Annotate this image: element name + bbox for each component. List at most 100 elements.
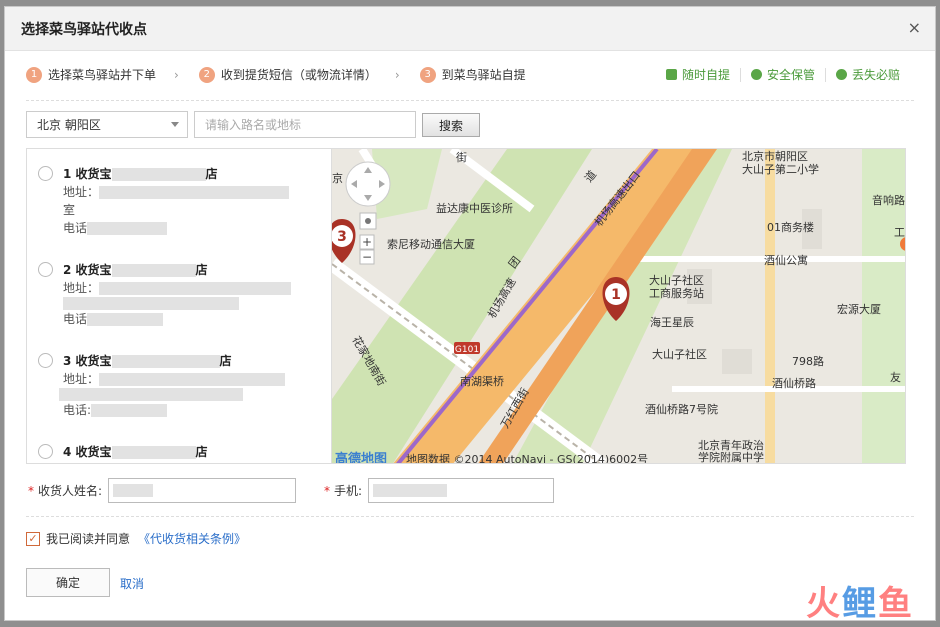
divider <box>739 67 741 82</box>
list-item[interactable]: 3 收货宝 店 地址： 电话: <box>27 352 331 419</box>
station-name-prefix: 1 收货宝 <box>63 167 112 181</box>
step-number: 2 <box>198 66 215 83</box>
map-label: 酒仙公寓 <box>764 253 808 267</box>
redacted-text <box>373 484 448 497</box>
map-label: 友 <box>890 370 901 384</box>
zoom-out-label: − <box>362 250 372 264</box>
divider <box>26 100 914 101</box>
station-name-suffix: 店 <box>205 167 218 181</box>
map-label: 工 <box>894 226 905 239</box>
map-label: 大山子第二小学 <box>742 162 819 176</box>
redacted-text <box>59 388 243 401</box>
station-name: 4 收货宝 店 <box>63 443 331 461</box>
guarantee-item: 随时自提 <box>665 66 730 83</box>
map-marker-label: 3 <box>337 229 347 245</box>
lock-icon <box>665 69 677 80</box>
redacted-text <box>87 221 168 235</box>
required-mark: * <box>324 483 330 498</box>
list-item[interactable]: 1 收货宝 店 地址： 室 电话 <box>27 165 331 237</box>
guarantee-label: 安全保管 <box>766 68 815 82</box>
guarantee-label: 随时自提 <box>681 68 730 82</box>
zoom-in-label: + <box>362 235 372 249</box>
step-label: 到菜鸟驿站自提 <box>441 68 526 82</box>
redacted-text <box>91 403 168 417</box>
step-label: 选择菜鸟驿站并下单 <box>48 68 157 82</box>
step-3: 3 到菜鸟驿站自提 <box>419 66 526 83</box>
city-select[interactable]: 北京 朝阳区 <box>26 111 188 138</box>
map-view[interactable]: + − 1 3 北京市朝阳区 大山子第二小学 益达康中医诊所 索尼移动通信大厦 … <box>331 148 906 464</box>
station-name-prefix: 4 收货宝 <box>63 445 112 459</box>
confirm-button[interactable]: 确定 <box>26 568 110 597</box>
guarantee-label: 丢失必赔 <box>851 68 900 82</box>
watermark-char: 鱼 <box>878 584 914 624</box>
station-address-2 <box>59 388 331 401</box>
phone-input[interactable] <box>368 478 555 503</box>
road-badge: G101 <box>455 345 479 355</box>
station-address: 地址： <box>63 279 331 297</box>
redacted-text <box>99 372 286 386</box>
agreement-text: 我已阅读并同意 <box>46 532 131 546</box>
radio-button[interactable] <box>38 166 53 181</box>
steps-bar: 1 选择菜鸟驿站并下单 › 2 收到提货短信（或物流详情） › 3 到菜鸟驿站自… <box>26 66 544 83</box>
map-label: 酒仙桥路7号院 <box>645 402 718 416</box>
map-label: 音响路 <box>872 193 905 207</box>
radio-button[interactable] <box>38 444 53 459</box>
map-label: 北京青年政治 <box>698 438 764 452</box>
divider <box>26 516 914 517</box>
step-1: 1 选择菜鸟驿站并下单 <box>26 66 156 83</box>
redacted-text <box>111 167 206 181</box>
dialog-title: 选择菜鸟驿站代收点 <box>21 21 147 38</box>
dialog-titlebar: 选择菜鸟驿站代收点 × <box>5 7 935 51</box>
station-address-2 <box>63 297 331 310</box>
address-tail: 室 <box>63 203 76 217</box>
station-name-prefix: 3 收货宝 <box>63 354 112 368</box>
close-icon[interactable]: × <box>908 18 921 37</box>
step-label: 收到提货短信（或物流详情） <box>220 68 377 82</box>
redacted-text <box>63 297 239 310</box>
agreement-checkbox[interactable]: ✓ <box>26 531 40 546</box>
station-name-suffix: 店 <box>195 445 208 459</box>
station-name: 2 收货宝 店 <box>63 261 331 279</box>
map-label: 01商务楼 <box>767 220 814 234</box>
map-label: 北京市朝阳区 <box>742 149 808 163</box>
station-name-suffix: 店 <box>195 263 208 277</box>
search-button[interactable]: 搜索 <box>422 113 480 137</box>
map-copyright: 地图数据 ©2014 AutoNavi - GS(2014)6002号 <box>406 452 648 464</box>
station-phone: 电话 <box>63 310 331 328</box>
map-label: 大山子社区 <box>652 347 707 361</box>
station-list[interactable]: 1 收货宝 店 地址： 室 电话 2 收货宝 店 地址： 电话 3 收货宝 店 … <box>26 148 331 464</box>
watermark-char: 鲤 <box>842 584 878 624</box>
redacted-text <box>99 281 292 295</box>
station-address: 地址： <box>63 370 331 388</box>
required-mark: * <box>28 483 34 498</box>
map-marker-label: 1 <box>611 287 621 303</box>
search-input[interactable] <box>194 111 416 138</box>
guarantee-item: 安全保管 <box>750 66 815 83</box>
station-address: 地址： <box>63 183 331 201</box>
consignee-name-row: * 收货人姓名: <box>28 478 297 503</box>
consignee-name-input[interactable] <box>108 478 297 503</box>
phone-label: 电话 <box>63 312 88 326</box>
list-item[interactable]: 4 收货宝 店 <box>27 443 331 461</box>
agreement-row: ✓ 我已阅读并同意 《代收货相关条例》 <box>26 530 246 547</box>
watermark-char: 火 <box>806 584 842 624</box>
map-label: 索尼移动通信大厦 <box>387 237 475 251</box>
address-label: 地址： <box>63 185 100 199</box>
radio-button[interactable] <box>38 353 53 368</box>
divider <box>824 67 826 82</box>
cancel-link[interactable]: 取消 <box>120 575 144 592</box>
address-label: 地址： <box>63 372 100 386</box>
shield-icon <box>750 69 762 80</box>
chevron-down-icon <box>171 122 179 127</box>
station-name-prefix: 2 收货宝 <box>63 263 112 277</box>
station-phone: 电话: <box>63 401 331 419</box>
map-label: 南湖渠桥 <box>460 375 504 388</box>
map-logo: 高德地图 <box>335 451 387 464</box>
list-item[interactable]: 2 收货宝 店 地址： 电话 <box>27 261 331 328</box>
radio-button[interactable] <box>38 262 53 277</box>
map-label: 798路 <box>792 355 824 368</box>
map-canvas[interactable]: + − 1 3 北京市朝阳区 大山子第二小学 益达康中医诊所 索尼移动通信大厦 … <box>332 149 906 464</box>
map-label: 海王星辰 <box>650 315 694 329</box>
map-label: 宏源大厦 <box>837 302 881 316</box>
agreement-link[interactable]: 《代收货相关条例》 <box>138 530 246 547</box>
